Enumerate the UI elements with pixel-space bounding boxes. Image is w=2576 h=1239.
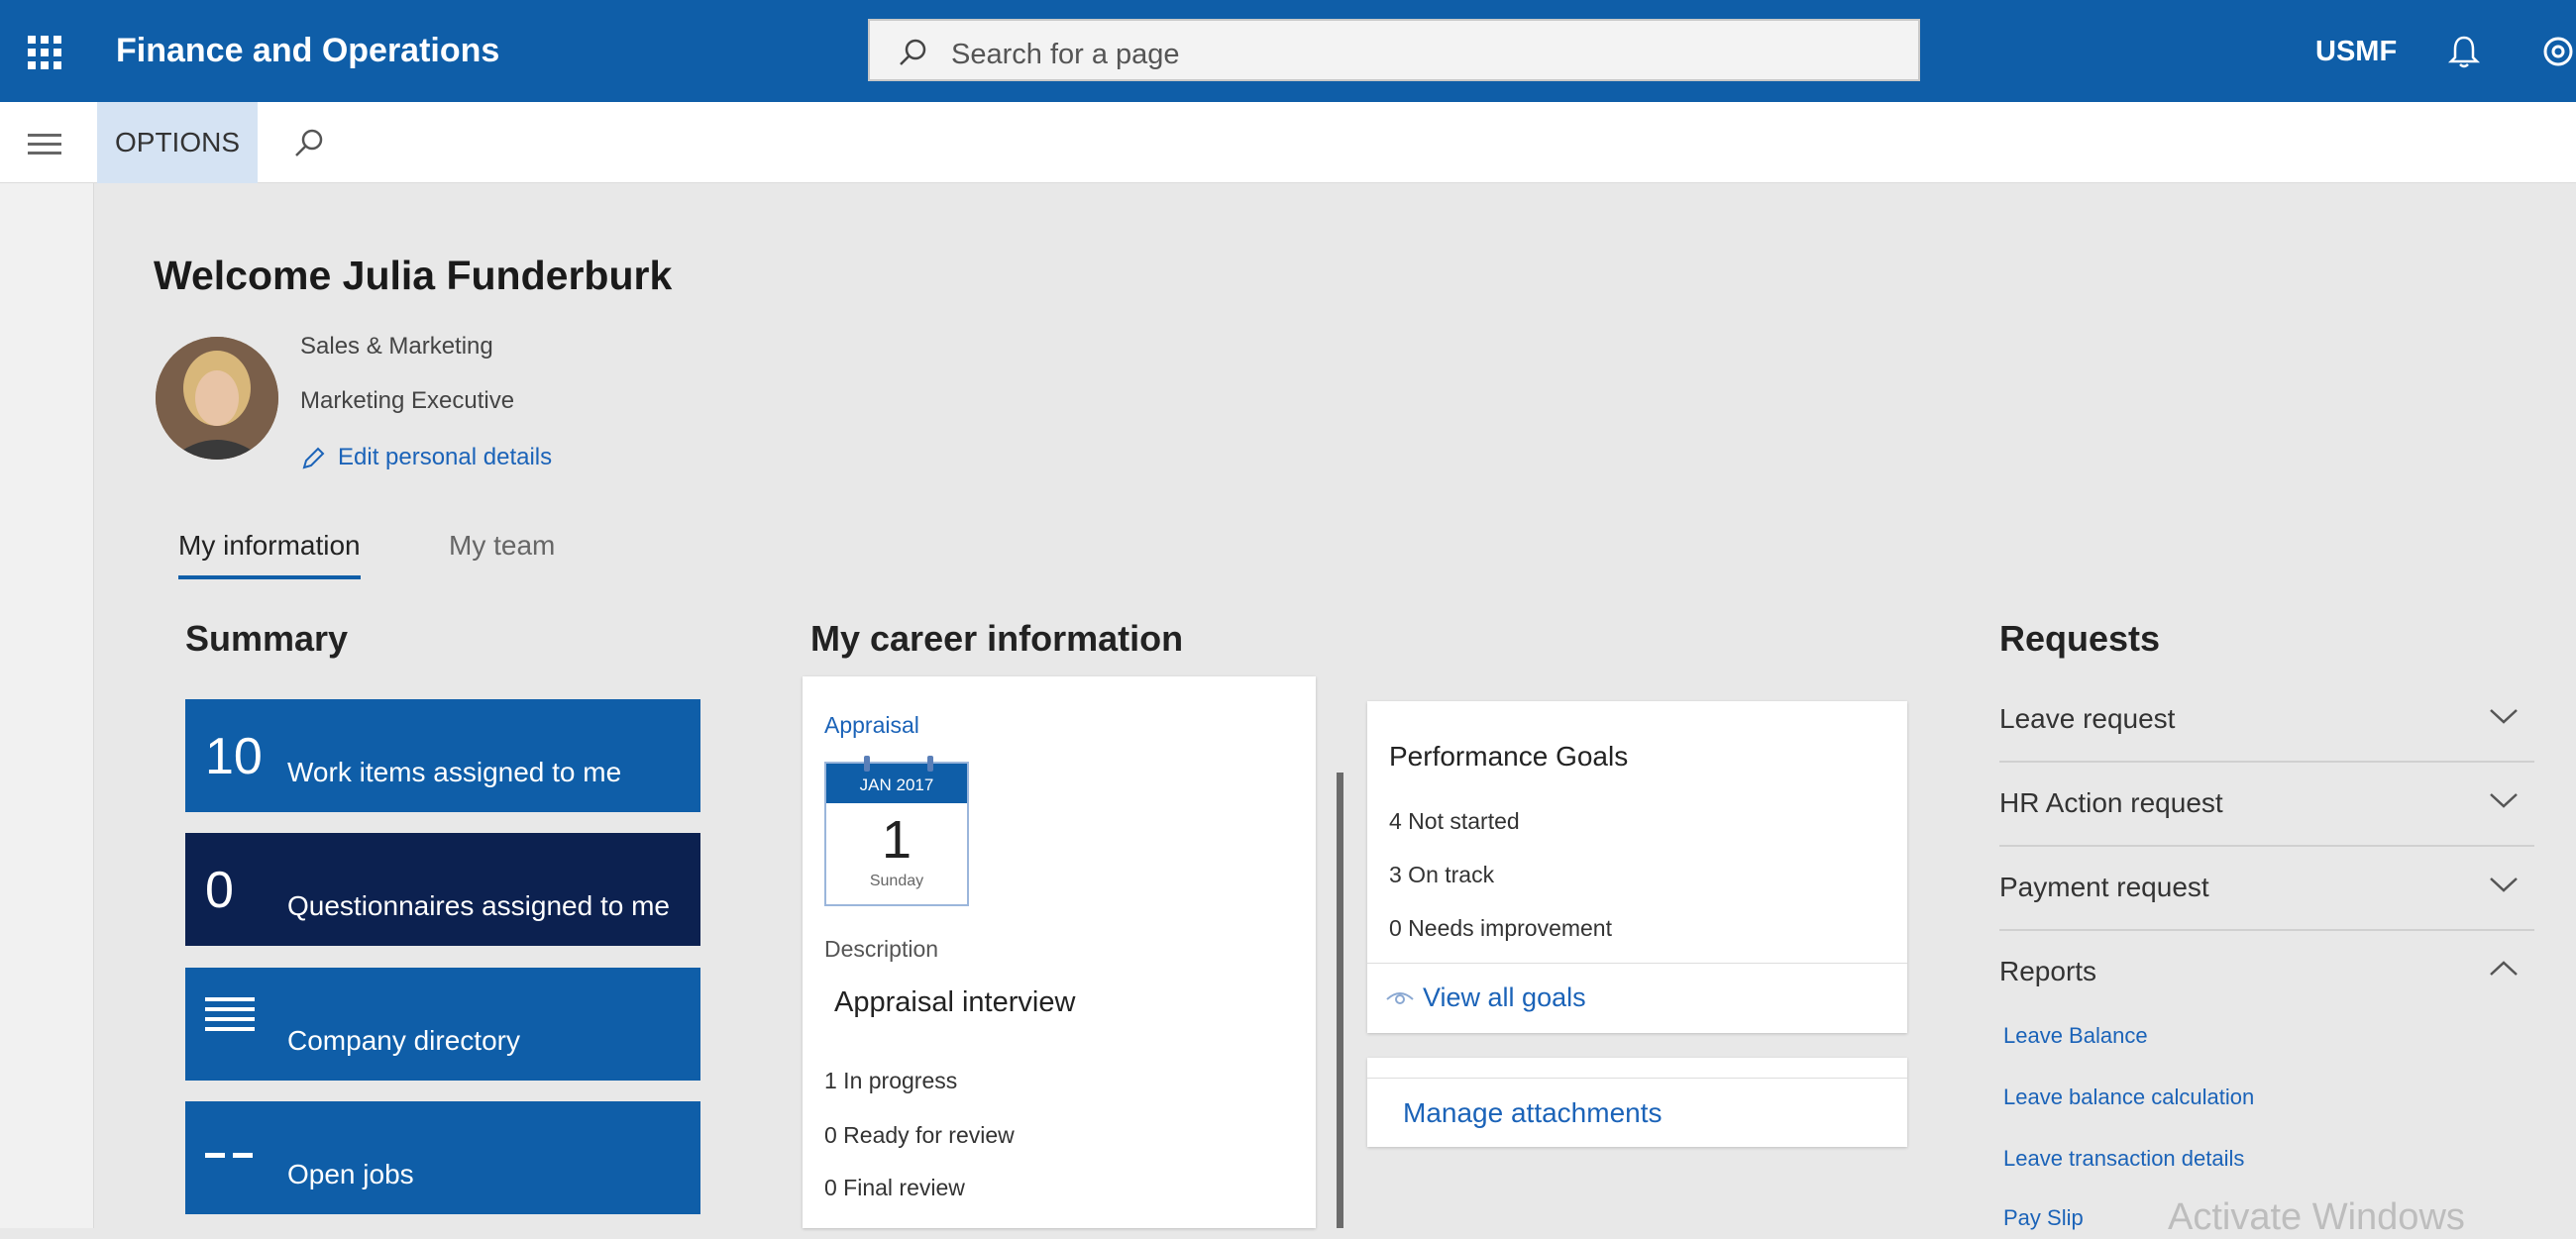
chevron-down-icon (2490, 878, 2518, 892)
performance-goals-title: Performance Goals (1389, 741, 1629, 772)
view-all-goals-label: View all goals (1423, 982, 1586, 1012)
welcome-heading: Welcome Julia Funderburk (154, 253, 673, 298)
chevron-down-icon (2490, 793, 2518, 808)
leave-request-label: Leave request (1999, 703, 2176, 734)
chevron-up-icon (2490, 961, 2518, 976)
hr-action-request-label: HR Action request (1999, 787, 2223, 818)
action-pane: OPTIONS (0, 102, 2576, 183)
job-title-label: Marketing Executive (300, 387, 515, 414)
avatar (156, 337, 278, 460)
view-all-goals-link[interactable]: View all goals (1385, 982, 1586, 1013)
eye-icon (1386, 991, 1414, 1004)
list-icon (205, 997, 255, 1031)
appraisal-link[interactable]: Appraisal (824, 712, 919, 739)
appraisal-card: Appraisal JAN 2017 1 Sunday Description … (803, 676, 1316, 1228)
leave-balance-calculation-link[interactable]: Leave balance calculation (2003, 1084, 2254, 1110)
edit-personal-details-link[interactable]: Edit personal details (300, 444, 552, 471)
divider (1367, 1078, 1907, 1079)
search-placeholder: Search for a page (951, 39, 1180, 70)
calendar-day: 1 (881, 810, 912, 870)
work-items-tile[interactable]: 10 Work items assigned to me (185, 699, 700, 812)
search-icon (900, 39, 926, 65)
description-value: Appraisal interview (834, 986, 1076, 1018)
on-track-stat: 3 On track (1389, 862, 1495, 887)
open-jobs-label: Open jobs (287, 1159, 414, 1189)
leave-request-row[interactable]: Leave request (1999, 679, 2534, 763)
chevron-down-icon (2490, 709, 2518, 724)
questionnaires-count: 0 (205, 862, 234, 919)
divider (1367, 963, 1907, 964)
hr-action-request-row[interactable]: HR Action request (1999, 764, 2534, 847)
attachments-card: Manage attachments (1367, 1058, 1907, 1147)
open-jobs-tile[interactable]: Open jobs (185, 1101, 700, 1214)
performance-goals-card: Performance Goals 4 Not started 3 On tra… (1367, 701, 1907, 1033)
tab-my-information[interactable]: My information (178, 530, 361, 579)
app-title[interactable]: Finance and Operations (116, 32, 499, 70)
in-progress-stat: 1 In progress (824, 1068, 958, 1093)
tab-my-team[interactable]: My team (449, 530, 555, 562)
company-selector[interactable]: USMF (2315, 36, 2397, 68)
questionnaires-tile[interactable]: 0 Questionnaires assigned to me (185, 833, 700, 946)
requests-heading: Requests (1999, 618, 2161, 659)
pencil-icon (302, 447, 325, 469)
bell-icon[interactable] (2447, 34, 2481, 69)
gear-icon[interactable] (2538, 32, 2576, 71)
leave-balance-link[interactable]: Leave Balance (2003, 1023, 2148, 1049)
calendar-weekday: Sunday (869, 873, 924, 889)
ready-for-review-stat: 0 Ready for review (824, 1122, 1015, 1148)
leave-transaction-details-link[interactable]: Leave transaction details (2003, 1146, 2244, 1172)
career-heading: My career information (810, 618, 1184, 659)
appraisal-date-calendar: JAN 2017 1 Sunday (824, 756, 969, 906)
reports-row[interactable]: Reports (1999, 932, 2534, 1015)
career-scrollbar[interactable] (1337, 773, 1343, 1228)
payment-request-label: Payment request (1999, 872, 2209, 902)
calendar-month: JAN 2017 (826, 764, 967, 803)
questionnaires-label: Questionnaires assigned to me (287, 890, 670, 921)
manage-attachments-link[interactable]: Manage attachments (1403, 1097, 1663, 1129)
work-items-count: 10 (205, 728, 263, 785)
options-tab[interactable]: OPTIONS (97, 102, 258, 183)
reports-label: Reports (1999, 956, 2097, 986)
pay-slip-link[interactable]: Pay Slip (2003, 1205, 2084, 1231)
edit-personal-details-label: Edit personal details (338, 444, 553, 470)
app-launcher-icon[interactable] (28, 36, 61, 69)
company-directory-label: Company directory (287, 1025, 520, 1056)
top-navigation-bar: Finance and Operations Search for a page… (0, 0, 2576, 102)
description-label: Description (824, 936, 939, 962)
hamburger-menu-icon[interactable] (28, 134, 61, 155)
page-search-box[interactable]: Search for a page (868, 19, 1920, 81)
work-items-label: Work items assigned to me (287, 757, 622, 787)
department-label: Sales & Marketing (300, 333, 493, 360)
navigation-rail (0, 183, 94, 1228)
needs-improvement-stat: 0 Needs improvement (1389, 915, 1612, 941)
summary-heading: Summary (185, 618, 349, 659)
activation-watermark: Activate Windows (2168, 1196, 2465, 1238)
company-directory-tile[interactable]: Company directory (185, 968, 700, 1081)
not-started-stat: 4 Not started (1389, 808, 1520, 834)
final-review-stat: 0 Final review (824, 1175, 965, 1200)
jobs-icon (205, 1153, 253, 1158)
search-icon[interactable] (291, 126, 327, 161)
payment-request-row[interactable]: Payment request (1999, 848, 2534, 931)
